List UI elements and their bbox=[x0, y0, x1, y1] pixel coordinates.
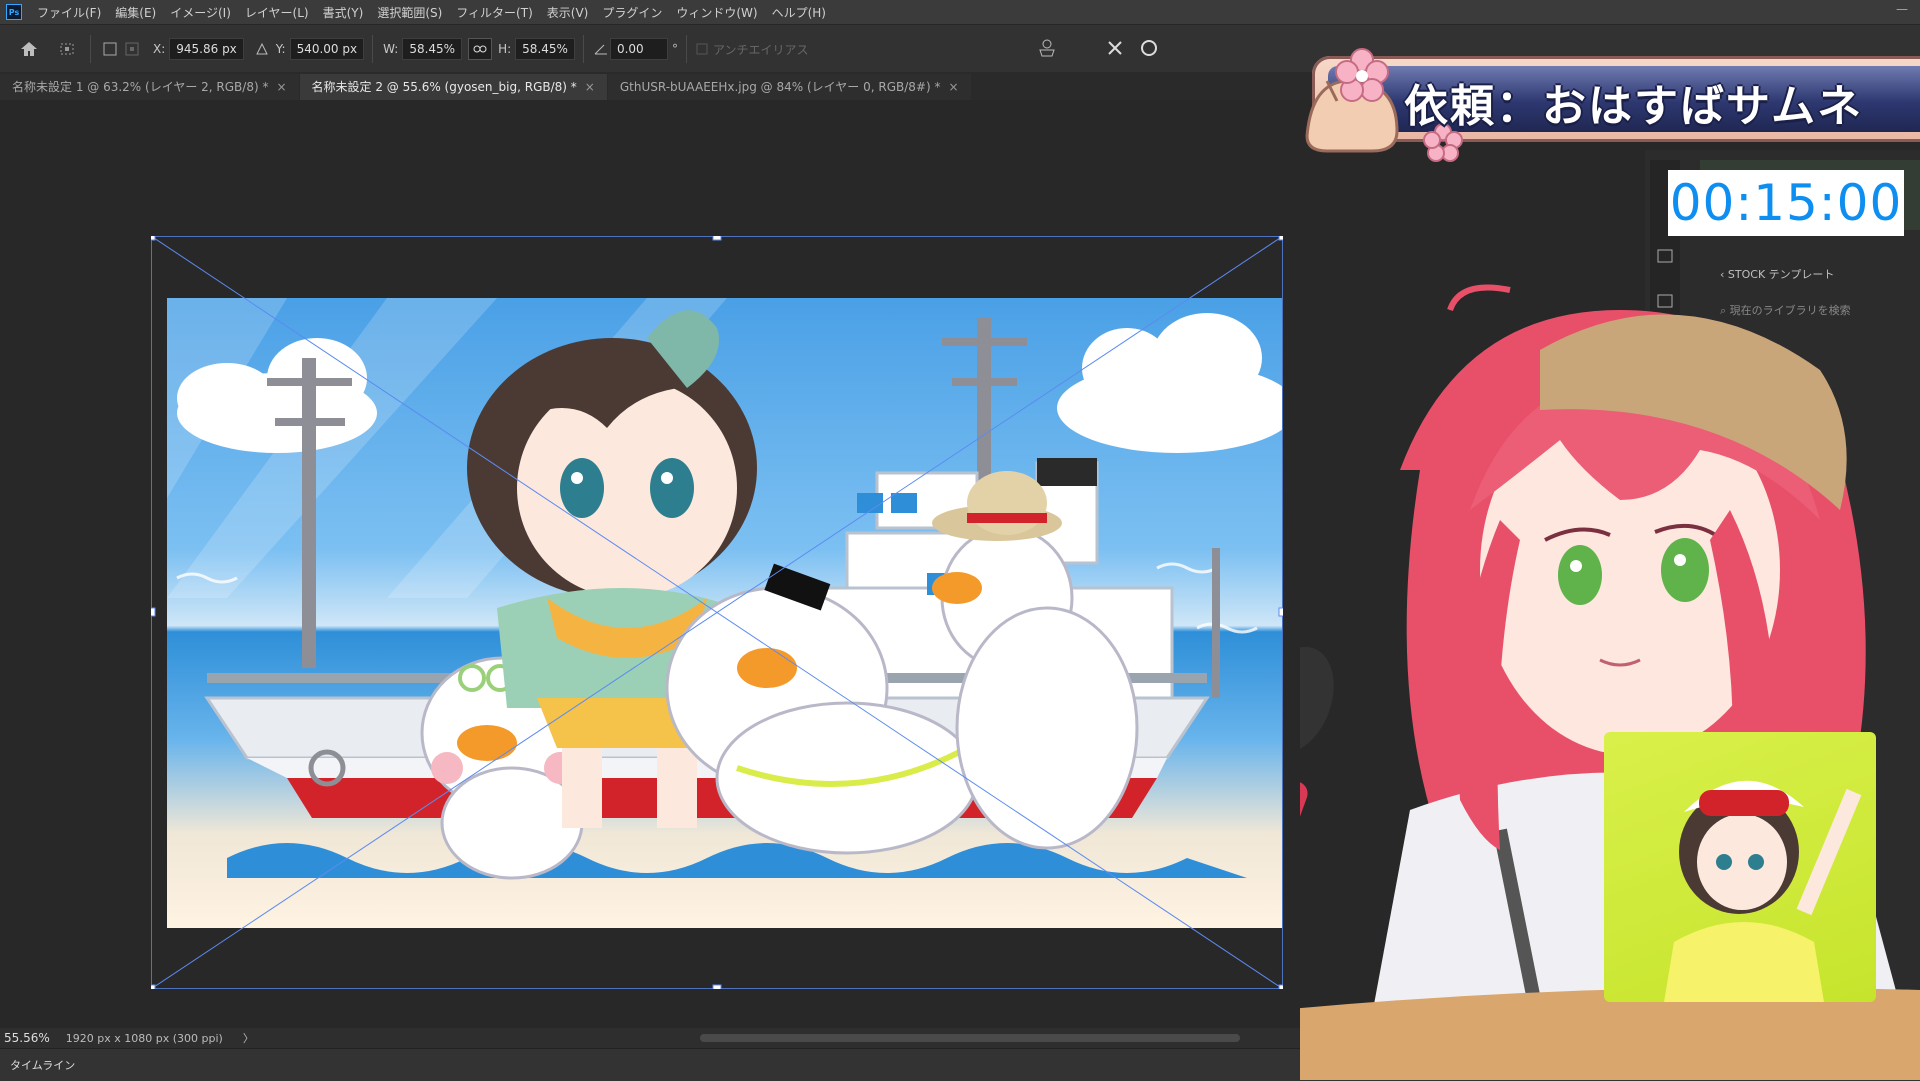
menu-view[interactable]: 表示(V) bbox=[540, 4, 596, 21]
cancel-transform-icon[interactable] bbox=[1104, 37, 1126, 59]
document-info: 1920 px x 1080 px (300 ppi) bbox=[65, 1031, 223, 1045]
delta-icon[interactable] bbox=[252, 43, 272, 55]
y-field[interactable]: 540.00 px bbox=[289, 38, 365, 60]
divider bbox=[582, 35, 584, 63]
zoom-level[interactable]: 55.56% bbox=[4, 1031, 50, 1045]
commit-transform-icon[interactable] bbox=[1138, 37, 1160, 59]
angle-unit: ° bbox=[671, 42, 678, 56]
antialias-checkbox[interactable] bbox=[695, 43, 709, 55]
w-field[interactable]: 58.45% bbox=[402, 38, 463, 60]
tab-document-1[interactable]: 名称未設定 1 @ 63.2% (レイヤー 2, RGB/8) * × bbox=[0, 74, 299, 100]
antialias-label: アンチエイリアス bbox=[712, 42, 809, 57]
close-icon[interactable]: × bbox=[948, 80, 958, 94]
close-icon[interactable]: × bbox=[585, 80, 595, 94]
home-icon[interactable] bbox=[14, 41, 44, 57]
status-arrow-icon[interactable]: 〉 bbox=[243, 1030, 254, 1046]
transform-handle[interactable] bbox=[151, 236, 156, 241]
menu-type[interactable]: 書式(Y) bbox=[316, 4, 371, 21]
transform-handle[interactable] bbox=[1278, 984, 1283, 989]
warp-icon[interactable] bbox=[1036, 37, 1058, 59]
menu-filter[interactable]: フィルター(T) bbox=[449, 4, 539, 21]
transform-handle[interactable] bbox=[151, 984, 156, 989]
w-label: W: bbox=[383, 42, 399, 56]
angle-field[interactable]: 0.00 bbox=[609, 38, 668, 60]
divider bbox=[685, 35, 687, 63]
x-label: X: bbox=[153, 42, 166, 56]
transform-handle[interactable] bbox=[151, 607, 156, 617]
transform-handle[interactable] bbox=[712, 984, 722, 989]
minimize-icon[interactable]: — bbox=[1896, 2, 1908, 16]
photoshop-logo-icon: Ps bbox=[6, 4, 22, 20]
menu-select[interactable]: 選択範囲(S) bbox=[370, 4, 449, 21]
menu-window[interactable]: ウィンドウ(W) bbox=[669, 4, 764, 21]
angle-icon bbox=[592, 43, 610, 55]
menu-layer[interactable]: レイヤー(L) bbox=[238, 4, 316, 21]
tab-label: 名称未設定 2 @ 55.6% (gyosen_big, RGB/8) * bbox=[311, 80, 577, 94]
menu-image[interactable]: イメージ(I) bbox=[163, 4, 238, 21]
horizontal-scrollbar[interactable] bbox=[700, 1034, 1240, 1042]
divider bbox=[90, 35, 91, 63]
menu-help[interactable]: ヘルプ(H) bbox=[765, 4, 833, 21]
transform-bounding-box[interactable] bbox=[151, 236, 1283, 989]
panel-icon[interactable] bbox=[1657, 249, 1673, 263]
menu-edit[interactable]: 編集(E) bbox=[108, 4, 163, 21]
stream-banner: 依頼：おはすばサムネ bbox=[1292, 46, 1920, 162]
link-aspect-icon[interactable] bbox=[468, 38, 493, 60]
y-label: Y: bbox=[275, 42, 286, 56]
menu-bar: Ps ファイル(F) 編集(E) イメージ(I) レイヤー(L) 書式(Y) 選… bbox=[0, 0, 1920, 24]
tab-document-2[interactable]: 名称未設定 2 @ 55.6% (gyosen_big, RGB/8) * × bbox=[299, 74, 607, 100]
transform-handle[interactable] bbox=[712, 236, 722, 241]
divider bbox=[372, 35, 374, 63]
h-field[interactable]: 58.45% bbox=[515, 38, 575, 60]
reference-point-grid-icon[interactable] bbox=[121, 42, 143, 56]
h-label: H: bbox=[498, 42, 512, 56]
x-field[interactable]: 945.86 px bbox=[169, 38, 244, 60]
countdown-timer: 00:15:00 bbox=[1669, 174, 1903, 232]
reference-thumbnail bbox=[1604, 732, 1876, 1002]
tab-label: 名称未設定 1 @ 63.2% (レイヤー 2, RGB/8) * bbox=[12, 80, 269, 94]
close-icon[interactable]: × bbox=[276, 80, 286, 94]
menu-file[interactable]: ファイル(F) bbox=[30, 4, 108, 21]
transform-handle[interactable] bbox=[1278, 607, 1283, 617]
menu-plugins[interactable]: プラグイン bbox=[595, 4, 669, 21]
reference-point-checkbox[interactable] bbox=[99, 42, 121, 56]
timeline-label[interactable]: タイムライン bbox=[10, 1057, 75, 1073]
sakura-icon bbox=[1335, 48, 1389, 102]
tab-label: GthUSR-bUAAEEHx.jpg @ 84% (レイヤー 0, RGB/8… bbox=[619, 80, 941, 94]
banner-title: 依頼：おはすばサムネ bbox=[1404, 81, 1864, 132]
transform-reference-icon[interactable] bbox=[52, 41, 82, 57]
tab-document-3[interactable]: GthUSR-bUAAEEHx.jpg @ 84% (レイヤー 0, RGB/8… bbox=[607, 74, 971, 100]
transform-handle[interactable] bbox=[1278, 236, 1283, 241]
